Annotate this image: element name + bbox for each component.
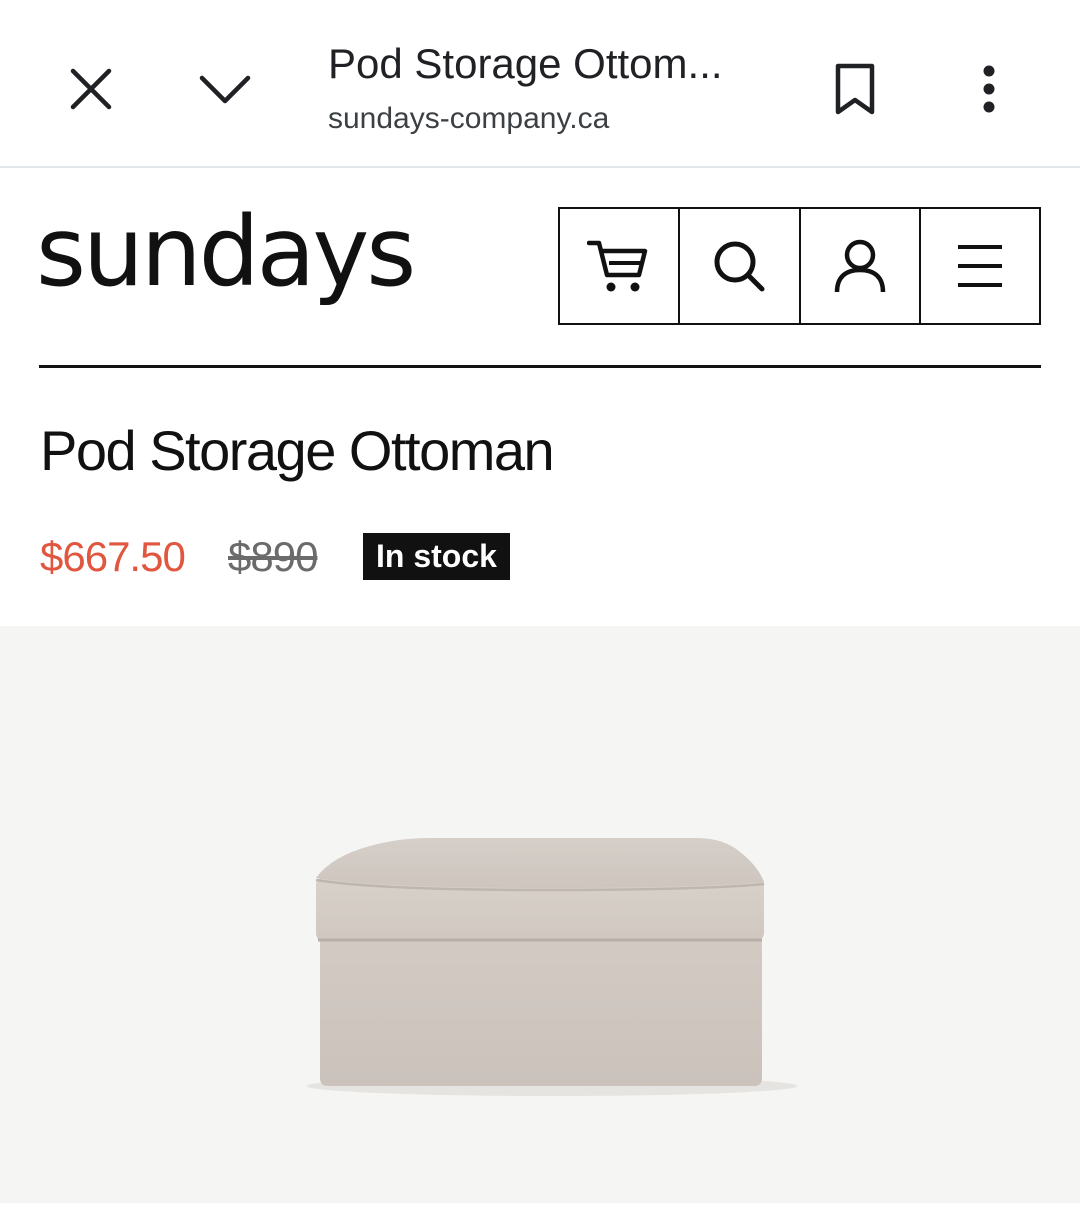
chevron-down-icon xyxy=(199,75,251,104)
more-options-button[interactable] xyxy=(950,50,1028,128)
browser-toolbar: Pod Storage Ottom... sundays-company.ca xyxy=(0,0,1080,168)
more-vert-icon xyxy=(983,65,995,113)
ottoman-product-image xyxy=(307,838,797,1096)
account-button[interactable] xyxy=(800,209,921,323)
menu-icon xyxy=(957,245,1002,287)
account-icon xyxy=(834,239,885,293)
menu-button[interactable] xyxy=(920,209,1039,323)
header-divider xyxy=(39,365,1041,368)
header-nav xyxy=(558,207,1041,325)
product-image-area[interactable] xyxy=(0,626,1080,1203)
bookmark-button[interactable] xyxy=(816,50,894,128)
cart-icon xyxy=(587,240,648,292)
page-url[interactable]: sundays-company.ca xyxy=(328,102,609,136)
cart-button[interactable] xyxy=(560,209,681,323)
site-logo[interactable]: sundays xyxy=(36,196,416,308)
original-price: $890 xyxy=(228,533,318,580)
stock-badge: In stock xyxy=(363,533,510,580)
close-tab-button[interactable] xyxy=(52,50,130,128)
sale-price: $667.50 xyxy=(40,533,186,580)
product-title: Pod Storage Ottoman xyxy=(40,419,555,482)
close-icon xyxy=(70,68,112,110)
minimize-button[interactable] xyxy=(186,50,264,128)
bookmark-icon xyxy=(835,63,875,115)
search-icon xyxy=(714,241,765,292)
search-button[interactable] xyxy=(680,209,801,323)
page-tab-title: Pod Storage Ottom... xyxy=(328,40,723,87)
